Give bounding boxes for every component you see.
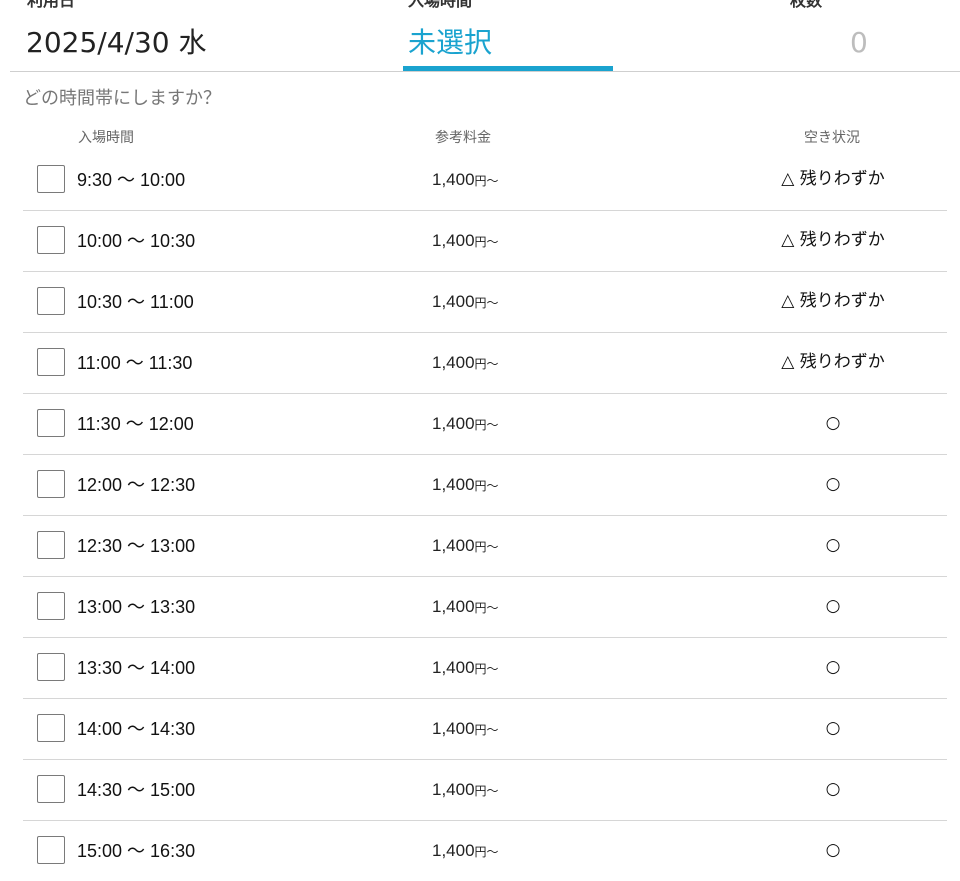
time-slot-row[interactable]: 12:30 〜 13:00 1,400円〜 ○ [23,516,947,577]
price-amount: 1,400 [432,292,475,311]
time-slot-time: 11:30 〜 12:00 [77,414,194,434]
time-slot-price: 1,400円〜 [432,291,499,314]
time-slot-time: 12:30 〜 13:00 [77,536,196,556]
time-slot-checkbox[interactable] [37,409,65,437]
price-unit: 円〜 [474,479,499,493]
time-slot-price: 1,400円〜 [432,169,499,192]
time-slot-checkbox[interactable] [37,165,65,193]
price-unit: 円〜 [474,357,499,371]
price-amount: 1,400 [432,841,475,860]
time-slot-row[interactable]: 14:00 〜 14:30 1,400円〜 ○ [23,699,947,760]
time-slot-checkbox[interactable] [37,714,65,742]
time-slot-availability: ○ [825,474,841,494]
time-slot-availability: ○ [825,413,841,433]
time-slot-checkbox[interactable] [37,775,65,803]
entry-time-label: 入場時間 [408,0,473,10]
price-unit: 円〜 [474,601,499,615]
time-slot-time: 10:00 〜 10:30 [77,231,196,251]
time-slot-row[interactable]: 11:30 〜 12:00 1,400円〜 ○ [23,394,947,455]
price-amount: 1,400 [432,170,475,189]
time-slot-price: 1,400円〜 [432,413,499,436]
date-label: 利用日 [27,0,76,10]
time-slot-time: 14:00 〜 14:30 [77,719,196,739]
time-slot-checkbox[interactable] [37,470,65,498]
time-slot-price: 1,400円〜 [432,718,499,741]
time-slot-availability: ○ [825,840,841,860]
time-slot-availability: ○ [825,657,841,677]
time-slot-row[interactable]: 14:30 〜 15:00 1,400円〜 ○ [23,760,947,821]
time-slot-price: 1,400円〜 [432,535,499,558]
time-slot-time: 9:30 〜 10:00 [77,170,186,190]
price-amount: 1,400 [432,536,475,555]
time-slot-availability: △ 残りわずか [781,230,885,250]
price-unit: 円〜 [474,174,499,188]
ticket-count-value[interactable]: 0 [850,24,868,62]
time-slot-row[interactable]: 13:30 〜 14:00 1,400円〜 ○ [23,638,947,699]
time-slot-checkbox[interactable] [37,226,65,254]
time-slot-availability: △ 残りわずか [781,352,885,372]
time-slot-time: 13:30 〜 14:00 [77,658,196,678]
time-slot-question: どの時間帯にしますか？ [23,88,221,109]
time-slot-time: 15:00 〜 16:30 [77,841,196,861]
time-slot-availability: ○ [825,779,841,799]
time-slot-checkbox[interactable] [37,592,65,620]
price-amount: 1,400 [432,475,475,494]
price-amount: 1,400 [432,597,475,616]
price-unit: 円〜 [474,784,499,798]
time-slot-price: 1,400円〜 [432,596,499,619]
column-header-availability: 空き状況 [804,130,860,146]
time-slot-row[interactable]: 15:00 〜 16:30 1,400円〜 ○ [23,821,947,881]
date-value[interactable]: 2025/4/30 水 [26,24,206,62]
time-slot-time: 12:00 〜 12:30 [77,475,196,495]
time-slot-price: 1,400円〜 [432,657,499,680]
price-amount: 1,400 [432,353,475,372]
time-slot-availability: ○ [825,718,841,738]
time-slot-row[interactable]: 9:30 〜 10:00 1,400円〜 △ 残りわずか [23,150,947,211]
ticket-count-label: 枚数 [790,0,823,10]
time-slot-price: 1,400円〜 [432,474,499,497]
price-unit: 円〜 [474,662,499,676]
time-slot-availability: △ 残りわずか [781,169,885,189]
time-slot-price: 1,400円〜 [432,352,499,375]
time-slot-row[interactable]: 10:30 〜 11:00 1,400円〜 △ 残りわずか [23,272,947,333]
price-unit: 円〜 [474,418,499,432]
time-slot-checkbox[interactable] [37,287,65,315]
selection-summary: 利用日 2025/4/30 水 入場時間 未選択 枚数 0 [0,0,960,72]
time-slot-time: 10:30 〜 11:00 [77,292,194,312]
time-slot-list: 9:30 〜 10:00 1,400円〜 △ 残りわずか 10:00 〜 10:… [23,150,947,881]
time-slot-row[interactable]: 12:00 〜 12:30 1,400円〜 ○ [23,455,947,516]
time-slot-checkbox[interactable] [37,348,65,376]
column-header-time: 入場時間 [78,130,134,146]
time-slot-checkbox[interactable] [37,531,65,559]
time-slot-availability: ○ [825,535,841,555]
time-slot-time: 11:00 〜 11:30 [77,353,193,373]
price-unit: 円〜 [474,296,499,310]
price-unit: 円〜 [474,845,499,859]
time-slot-price: 1,400円〜 [432,230,499,253]
time-slot-price: 1,400円〜 [432,779,499,802]
time-slot-row[interactable]: 11:00 〜 11:30 1,400円〜 △ 残りわずか [23,333,947,394]
time-slot-availability: ○ [825,596,841,616]
time-slot-time: 13:00 〜 13:30 [77,597,196,617]
time-slot-availability: △ 残りわずか [781,291,885,311]
price-unit: 円〜 [474,723,499,737]
time-slot-time: 14:30 〜 15:00 [77,780,196,800]
time-slot-checkbox[interactable] [37,836,65,864]
price-amount: 1,400 [432,414,475,433]
time-slot-row[interactable]: 10:00 〜 10:30 1,400円〜 △ 残りわずか [23,211,947,272]
price-amount: 1,400 [432,231,475,250]
summary-divider [10,71,960,72]
time-slot-price: 1,400円〜 [432,840,499,863]
price-amount: 1,400 [432,719,475,738]
time-slot-row[interactable]: 13:00 〜 13:30 1,400円〜 ○ [23,577,947,638]
column-header-price: 参考料金 [435,130,491,146]
price-amount: 1,400 [432,658,475,677]
time-slot-checkbox[interactable] [37,653,65,681]
entry-time-value[interactable]: 未選択 [408,24,492,62]
price-amount: 1,400 [432,780,475,799]
price-unit: 円〜 [474,540,499,554]
price-unit: 円〜 [474,235,499,249]
